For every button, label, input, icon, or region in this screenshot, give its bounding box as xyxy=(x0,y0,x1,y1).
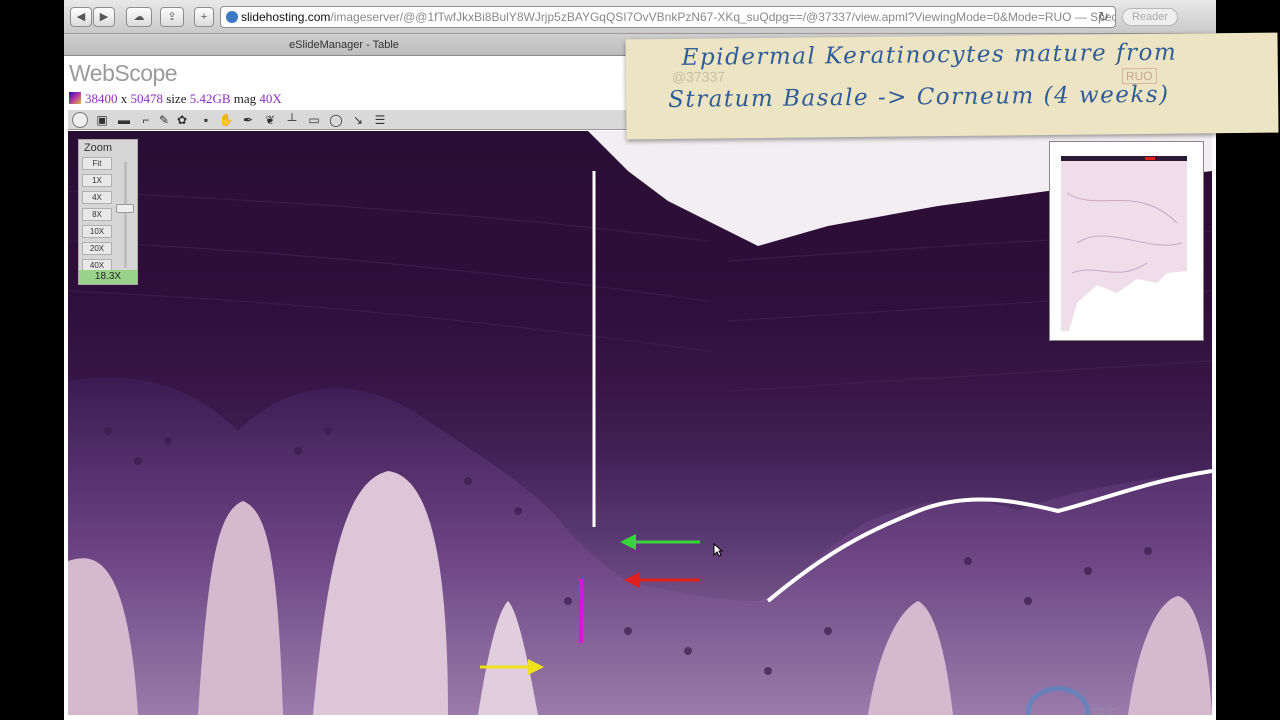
thumbnail-image xyxy=(1057,153,1190,331)
hand-pan-icon[interactable]: ✋ xyxy=(218,112,234,128)
green-arrow xyxy=(620,534,700,550)
zoom-20x-button[interactable]: 20X xyxy=(82,242,112,255)
browser-toolbar: ◀ ▶ ☁ ⇪ + slidehosting.com/imageserver/@… xyxy=(64,0,1216,34)
webscope-logo: WebScope xyxy=(69,60,178,86)
zoom-fit-button[interactable]: Fit xyxy=(82,157,112,170)
list-icon[interactable]: ☰ xyxy=(372,112,388,128)
nav-icon[interactable] xyxy=(72,112,88,128)
share-icon[interactable]: ⇪ xyxy=(160,7,184,27)
zoom-panel: Zoom Fit 1X 4X 8X 10X 20X 40X 18.3X xyxy=(78,139,138,285)
note-line-2: Stratum Basale -> Corneum (4 weeks) xyxy=(667,81,1170,113)
size-label: size xyxy=(166,91,187,106)
slide-viewport[interactable]: Zoom Fit 1X 4X 8X 10X 20X 40X 18.3X ar xyxy=(68,131,1212,715)
slide-thumbnail[interactable] xyxy=(1049,141,1204,341)
arrow-icon[interactable]: ↘ xyxy=(350,112,366,128)
handwritten-note: @37337 RUO Epidermal Keratinocytes matur… xyxy=(625,32,1279,140)
zoom-slider-thumb[interactable] xyxy=(116,204,134,213)
url-path: /imageserver/@@1fTwfJkxBi8BulY8WJrjp5zBA… xyxy=(330,10,1116,24)
ruler-icon[interactable]: ▬ xyxy=(116,112,132,128)
height-value: 50478 xyxy=(130,91,164,106)
mouse-cursor-icon xyxy=(713,543,723,557)
webscope-page: WebScope 38400 x 50478 size 5.42GB mag 4… xyxy=(64,56,1216,720)
mag-label: mag xyxy=(233,91,257,106)
measure-icon[interactable]: ┴ xyxy=(284,112,300,128)
plus-icon[interactable]: + xyxy=(194,7,214,27)
zoom-8x-button[interactable]: 8X xyxy=(82,208,112,221)
save-icon[interactable]: ▪ xyxy=(198,112,214,128)
tissue-image xyxy=(68,131,1212,715)
magic-wand-icon[interactable]: ❦ xyxy=(262,112,278,128)
watermark-text: ar xyxy=(1090,697,1117,715)
ellipse-icon[interactable]: ◯ xyxy=(328,112,344,128)
zoom-1x-button[interactable]: 1X xyxy=(82,174,112,187)
url-bar[interactable]: slidehosting.com/imageserver/@@1fTwfJkxB… xyxy=(220,6,1116,28)
thumbnail-icon[interactable]: ▣ xyxy=(94,112,110,128)
x-separator: x xyxy=(120,91,128,106)
zoom-4x-button[interactable]: 4X xyxy=(82,191,112,204)
note-ghost-id: @37337 xyxy=(671,68,726,85)
globe-icon xyxy=(226,11,238,23)
zoom-current-level: 18.3X xyxy=(79,270,137,284)
mag-value: 40X xyxy=(259,91,282,106)
filter-icon[interactable]: ✿ xyxy=(174,112,190,128)
reader-button[interactable]: Reader xyxy=(1122,8,1178,26)
size-value: 5.42GB xyxy=(189,91,231,106)
note-line-1: Epidermal Keratinocytes mature from xyxy=(681,39,1178,71)
back-arrow-icon[interactable]: ◀ xyxy=(70,7,92,27)
zoom-title: Zoom xyxy=(83,142,113,154)
pen-icon[interactable]: ✒ xyxy=(240,112,256,128)
annotation-icon[interactable]: ⌐ xyxy=(138,112,154,128)
red-arrow xyxy=(624,572,700,588)
tab-title[interactable]: eSlideManager - Table xyxy=(64,34,624,56)
rectangle-icon[interactable]: ▭ xyxy=(306,112,322,128)
icloud-icon[interactable]: ☁ xyxy=(126,7,152,27)
zoom-slider-track[interactable] xyxy=(124,162,127,268)
forward-arrow-icon[interactable]: ▶ xyxy=(93,7,115,27)
width-value: 38400 xyxy=(85,91,118,106)
edit-icon[interactable]: ✎ xyxy=(156,112,172,128)
reload-icon[interactable]: ↻ xyxy=(1098,7,1109,27)
color-swatch-icon xyxy=(69,92,81,104)
url-host: slidehosting.com xyxy=(241,10,331,24)
zoom-10x-button[interactable]: 10X xyxy=(82,225,112,238)
slide-info: 38400 x 50478 size 5.42GB mag 40X xyxy=(69,91,282,107)
